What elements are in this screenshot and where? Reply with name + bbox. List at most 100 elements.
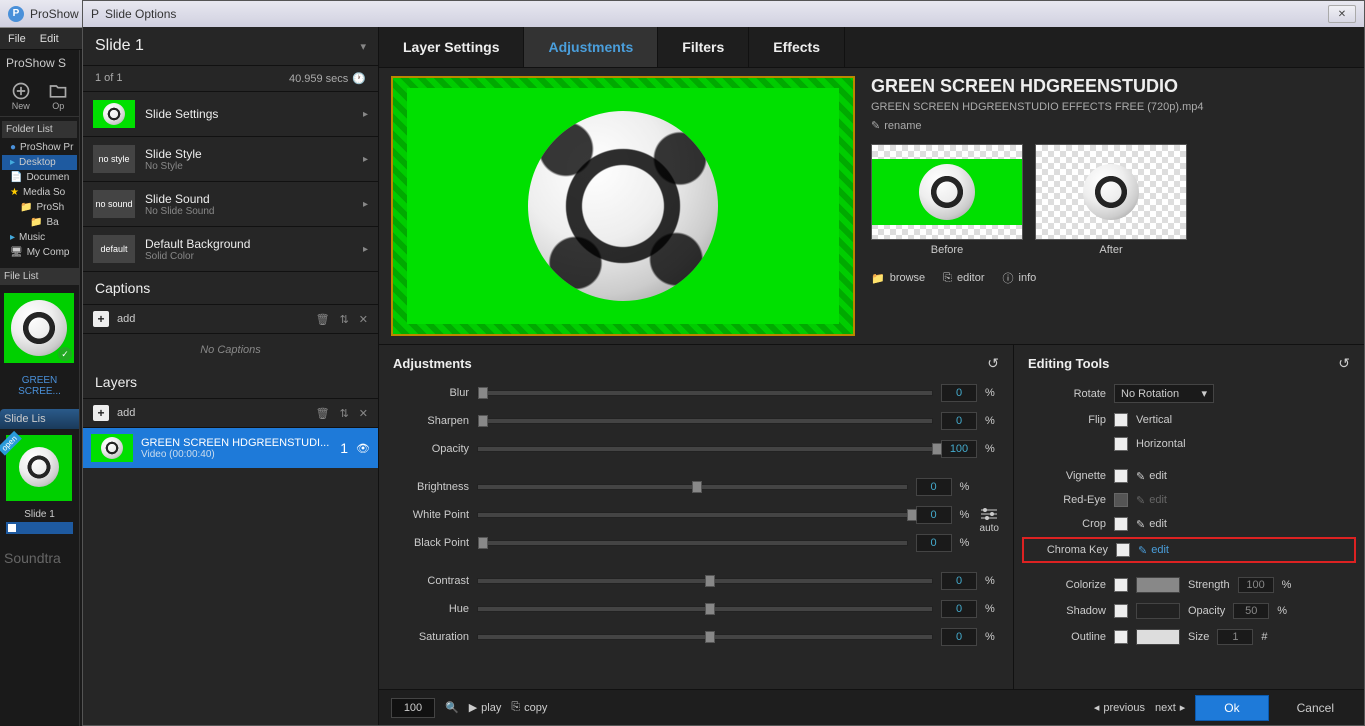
- copy-button[interactable]: ⎘copy: [511, 701, 547, 714]
- tools-icon[interactable]: ✕: [359, 313, 368, 326]
- reset-icon[interactable]: ↺: [1338, 355, 1350, 372]
- slider-handle[interactable]: [705, 575, 715, 587]
- cancel-button[interactable]: Cancel: [1279, 696, 1352, 720]
- setting-slide-style[interactable]: no style Slide StyleNo Style ▸: [83, 137, 378, 182]
- slider-handle[interactable]: [705, 603, 715, 615]
- add-label[interactable]: add: [117, 313, 135, 325]
- setting-slide-settings[interactable]: Slide Settings ▸: [83, 92, 378, 137]
- rotate-dropdown[interactable]: No Rotation▾: [1114, 384, 1214, 403]
- next-button[interactable]: next▸: [1155, 701, 1185, 714]
- tree-item[interactable]: ▸Desktop: [2, 155, 77, 170]
- add-label[interactable]: add: [117, 407, 135, 419]
- slider-track[interactable]: [477, 606, 933, 612]
- slider-handle[interactable]: [907, 509, 917, 521]
- tree-item[interactable]: 📄Documen: [2, 170, 77, 185]
- dialog-close-button[interactable]: ✕: [1328, 5, 1356, 23]
- slider-track[interactable]: [477, 540, 908, 546]
- magnifier-icon[interactable]: 🔍: [445, 701, 459, 714]
- tree-item[interactable]: ★Media So: [2, 185, 77, 200]
- folder-list: Folder List ●ProShow Pr ▸Desktop 📄Docume…: [0, 116, 79, 264]
- slide-list-header[interactable]: Slide Lis: [0, 409, 79, 429]
- vignette-checkbox[interactable]: [1114, 469, 1128, 483]
- tab-effects[interactable]: Effects: [749, 27, 845, 67]
- slider-track[interactable]: [477, 484, 908, 490]
- setting-default-background[interactable]: default Default BackgroundSolid Color ▸: [83, 227, 378, 272]
- slider-value[interactable]: 100: [941, 440, 977, 458]
- tree-item[interactable]: 📁ProSh: [2, 200, 77, 215]
- menu-file[interactable]: File: [8, 33, 26, 45]
- slider-handle[interactable]: [478, 387, 488, 399]
- editor-button[interactable]: ⎘editor: [943, 270, 984, 286]
- preview-canvas[interactable]: [391, 76, 855, 336]
- strength-value[interactable]: 100: [1238, 577, 1274, 593]
- trash-icon[interactable]: 🗑: [316, 313, 330, 326]
- slider-handle[interactable]: [692, 481, 702, 493]
- slider-value[interactable]: 0: [941, 572, 977, 590]
- slider-value[interactable]: 0: [941, 412, 977, 430]
- play-button[interactable]: ▶play: [469, 701, 502, 714]
- rename-button[interactable]: ✎rename: [871, 119, 1352, 132]
- slider-value[interactable]: 0: [941, 628, 977, 646]
- tree-item[interactable]: 🖥My Comp: [2, 245, 77, 260]
- slider-track[interactable]: [477, 634, 933, 640]
- auto-button[interactable]: auto: [980, 478, 999, 562]
- slider-handle[interactable]: [932, 443, 942, 455]
- slider-handle[interactable]: [705, 631, 715, 643]
- slider-value[interactable]: 0: [941, 600, 977, 618]
- ok-button[interactable]: Ok: [1195, 695, 1268, 721]
- slider-value[interactable]: 0: [916, 534, 952, 552]
- info-button[interactable]: ⓘinfo: [1003, 270, 1037, 286]
- outline-swatch[interactable]: [1136, 629, 1180, 645]
- reorder-icon[interactable]: ⇅: [340, 407, 349, 420]
- trash-icon[interactable]: 🗑: [316, 407, 330, 420]
- menu-edit[interactable]: Edit: [40, 33, 59, 45]
- tree-item[interactable]: ▸Music: [2, 230, 77, 245]
- previous-button[interactable]: ◂previous: [1094, 701, 1145, 714]
- file-thumbnail[interactable]: ✓: [4, 293, 74, 363]
- zoom-value[interactable]: 100: [391, 698, 435, 718]
- tab-layer-settings[interactable]: Layer Settings: [379, 27, 524, 67]
- crop-edit-button[interactable]: ✎edit: [1136, 518, 1167, 531]
- menu-icon[interactable]: ▾: [360, 40, 366, 53]
- tools-icon[interactable]: ✕: [359, 407, 368, 420]
- crop-checkbox[interactable]: [1114, 517, 1128, 531]
- colorize-checkbox[interactable]: [1114, 578, 1128, 592]
- slider-handle[interactable]: [478, 415, 488, 427]
- visibility-icon[interactable]: 👁: [356, 442, 370, 455]
- chroma-key-checkbox[interactable]: [1116, 543, 1130, 557]
- reorder-icon[interactable]: ⇅: [340, 313, 349, 326]
- slider-value[interactable]: 0: [916, 506, 952, 524]
- tree-item[interactable]: 📁Ba: [2, 215, 77, 230]
- slider-value[interactable]: 0: [941, 384, 977, 402]
- shadow-checkbox[interactable]: [1114, 604, 1128, 618]
- layer-item[interactable]: GREEN SCREEN HDGREENSTUDI...Video (00:00…: [83, 428, 378, 468]
- colorize-swatch[interactable]: [1136, 577, 1180, 593]
- open-button[interactable]: Op: [44, 80, 74, 112]
- chroma-key-edit-button[interactable]: ✎edit: [1138, 544, 1169, 557]
- slider-value[interactable]: 0: [916, 478, 952, 496]
- slider-track[interactable]: [477, 418, 933, 424]
- flip-horizontal-checkbox[interactable]: [1114, 437, 1128, 451]
- browse-button[interactable]: 📁browse: [871, 270, 925, 286]
- add-layer-button[interactable]: +: [93, 405, 109, 421]
- tab-filters[interactable]: Filters: [658, 27, 749, 67]
- shadow-swatch[interactable]: [1136, 603, 1180, 619]
- slider-handle[interactable]: [478, 537, 488, 549]
- slider-track[interactable]: [477, 446, 933, 452]
- setting-slide-sound[interactable]: no sound Slide SoundNo Slide Sound ▸: [83, 182, 378, 227]
- tab-adjustments[interactable]: Adjustments: [524, 27, 658, 67]
- slider-track[interactable]: [477, 512, 908, 518]
- outline-size-value[interactable]: 1: [1217, 629, 1253, 645]
- shadow-opacity-value[interactable]: 50: [1233, 603, 1269, 619]
- new-button[interactable]: New: [6, 80, 36, 112]
- reset-icon[interactable]: ↺: [987, 355, 999, 372]
- slide-thumbnail[interactable]: open: [6, 435, 72, 501]
- slider-track[interactable]: [477, 390, 933, 396]
- vignette-edit-button[interactable]: ✎edit: [1136, 470, 1167, 483]
- slider-track[interactable]: [477, 578, 933, 584]
- outline-checkbox[interactable]: [1114, 630, 1128, 644]
- tree-item[interactable]: ●ProShow Pr: [2, 140, 77, 155]
- slide-timeline-bar[interactable]: [6, 522, 73, 534]
- flip-vertical-checkbox[interactable]: [1114, 413, 1128, 427]
- add-caption-button[interactable]: +: [93, 311, 109, 327]
